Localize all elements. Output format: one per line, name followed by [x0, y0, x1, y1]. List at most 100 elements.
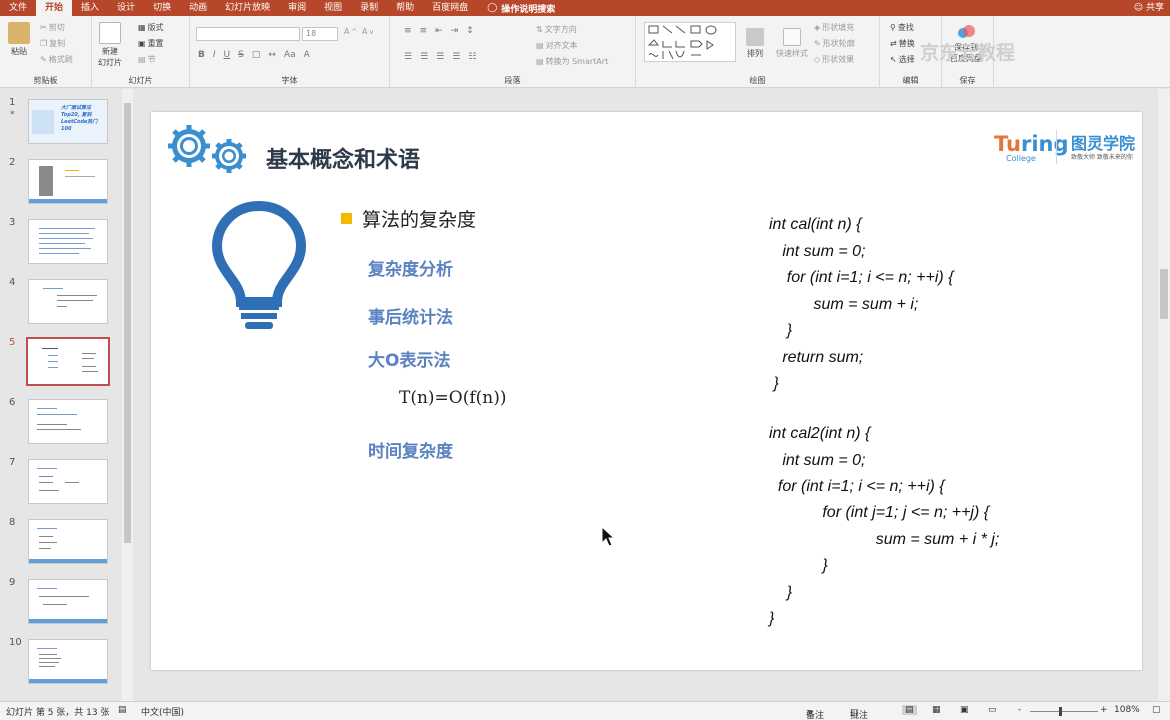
thumbnail-scrollbar[interactable] — [122, 89, 133, 701]
find-button[interactable]: ⚲ 查找 — [890, 22, 914, 33]
thumbnail-slide-1[interactable]: 大厂面试算法Top20, 复刻LeetCode热门100 — [28, 99, 108, 144]
fit-to-window-icon[interactable]: ▢ — [1152, 705, 1161, 715]
zoom-slider[interactable] — [1030, 711, 1098, 712]
char-spacing-icon[interactable]: ↔ — [268, 50, 276, 60]
spellcheck-icon[interactable]: ▤ — [118, 705, 127, 715]
tab-record[interactable]: 录制 — [351, 0, 387, 16]
new-slide-button[interactable]: 新建 幻灯片 — [98, 22, 122, 68]
italic-button[interactable]: I — [213, 50, 216, 60]
tab-help[interactable]: 帮助 — [387, 0, 423, 16]
thumbnail-slide-8[interactable] — [28, 519, 108, 564]
font-name-combo[interactable] — [196, 27, 300, 41]
thumbnail-slide-10[interactable] — [28, 639, 108, 684]
columns-icon[interactable]: ☷ — [468, 52, 476, 62]
normal-view-icon[interactable]: ▤ — [902, 705, 917, 715]
big-o-formula[interactable]: T(n)=O(f(n)) — [399, 388, 507, 408]
justify-icon[interactable]: ☰ — [452, 52, 460, 62]
slide-sorter-icon[interactable]: ▦ — [932, 705, 941, 715]
bullet-item[interactable]: 算法的复杂度 — [341, 205, 476, 232]
align-left-icon[interactable]: ☰ — [404, 52, 412, 62]
language-indicator[interactable]: 中文(中国) — [141, 705, 184, 718]
thumbnail-item[interactable]: 8 — [0, 517, 120, 567]
grow-font-button[interactable]: A ^ — [344, 27, 357, 36]
underline-button[interactable]: U — [224, 50, 231, 60]
zoom-out-button[interactable]: - — [1018, 705, 1021, 715]
thumbnail-item[interactable]: 3 — [0, 217, 120, 267]
change-case-icon[interactable]: Aa — [284, 50, 296, 60]
shape-effects-button[interactable]: ◇ 形状效果 — [814, 54, 854, 65]
share-button[interactable]: ☺ 共享 — [1134, 0, 1164, 16]
numbering-icon[interactable]: ≡ — [420, 26, 428, 36]
thumbnail-item[interactable]: 9 — [0, 577, 120, 627]
tab-design[interactable]: 设计 — [108, 0, 144, 16]
sub-item-complexity-analysis[interactable]: 复杂度分析 — [368, 255, 453, 280]
quick-styles-button[interactable]: 快速样式 — [776, 28, 808, 59]
select-button[interactable]: ↖ 选择 — [890, 54, 915, 65]
shrink-font-button[interactable]: Av — [362, 27, 373, 36]
sub-item-big-o[interactable]: 大O表示法 — [368, 346, 450, 371]
sub-item-time-complexity[interactable]: 时间复杂度 — [368, 437, 453, 462]
slideshow-icon[interactable]: ▭ — [988, 705, 997, 715]
reading-view-icon[interactable]: ▣ — [960, 705, 969, 715]
strikethrough-button[interactable]: S — [238, 50, 244, 60]
thumbnail-slide-7[interactable] — [28, 459, 108, 504]
thumbnail-item[interactable]: 4 — [0, 277, 120, 327]
tab-view[interactable]: 视图 — [315, 0, 351, 16]
align-right-icon[interactable]: ☰ — [436, 52, 444, 62]
tab-review[interactable]: 审阅 — [279, 0, 315, 16]
arrange-button[interactable]: 排列 — [746, 28, 764, 59]
thumbnail-item[interactable]: 5 — [0, 337, 120, 387]
shapes-gallery[interactable] — [644, 22, 736, 62]
tab-insert[interactable]: 插入 — [72, 0, 108, 16]
tell-me-search[interactable]: ◯ 操作说明搜索 — [487, 2, 555, 15]
zoom-slider-thumb[interactable] — [1059, 707, 1062, 716]
reset-button[interactable]: ▣ 重置 — [138, 38, 164, 49]
sub-item-post-statistics[interactable]: 事后统计法 — [368, 303, 453, 328]
bold-button[interactable]: B — [198, 50, 205, 60]
replace-button[interactable]: ⇄ 替换 — [890, 38, 915, 49]
thumbnail-item[interactable]: 7 — [0, 457, 120, 507]
thumbnail-slide-3[interactable] — [28, 219, 108, 264]
shape-fill-button[interactable]: ◈ 形状填充 — [814, 22, 854, 33]
thumbnail-slide-9[interactable] — [28, 579, 108, 624]
thumbnail-slide-5-selected[interactable] — [26, 337, 110, 386]
align-text-button[interactable]: ▤ 对齐文本 — [536, 40, 578, 51]
thumbnail-item[interactable]: 10 — [0, 637, 120, 687]
tab-animations[interactable]: 动画 — [180, 0, 216, 16]
align-center-icon[interactable]: ☰ — [420, 52, 428, 62]
thumbnail-slide-4[interactable] — [28, 279, 108, 324]
paste-button[interactable]: 粘贴 — [8, 22, 30, 57]
zoom-in-button[interactable]: + — [1100, 705, 1108, 715]
section-button[interactable]: ▤ 节 — [138, 54, 156, 65]
thumbnail-slide-6[interactable] — [28, 399, 108, 444]
increase-indent-icon[interactable]: ⇥ — [451, 26, 459, 36]
thumbnail-slide-2[interactable] — [28, 159, 108, 204]
shadow-icon[interactable]: □ — [252, 50, 261, 60]
bullets-icon[interactable]: ≡ — [404, 26, 412, 36]
slide-scrollbar[interactable] — [1158, 89, 1170, 701]
tab-transitions[interactable]: 切换 — [144, 0, 180, 16]
tab-home[interactable]: 开始 — [36, 0, 73, 16]
tab-baidu-netdisk[interactable]: 百度网盘 — [423, 0, 477, 16]
font-color-icon[interactable]: A — [304, 50, 310, 60]
thumbnail-item[interactable]: 2 — [0, 157, 120, 207]
format-painter-button[interactable]: ✎ 格式刷 — [40, 54, 73, 65]
slide-scroll-thumb[interactable] — [1160, 269, 1168, 319]
decrease-indent-icon[interactable]: ⇤ — [435, 26, 443, 36]
thumbnail-item[interactable]: 1 * 大厂面试算法Top20, 复刻LeetCode热门100 — [0, 97, 120, 147]
thumbnail-item[interactable]: 6 — [0, 397, 120, 447]
slide-5[interactable]: 基本概念和术语 Turing College 图灵学院 致敬大师 致敬未来的你 … — [151, 112, 1142, 670]
shape-outline-button[interactable]: ✎ 形状轮廓 — [814, 38, 855, 49]
font-size-combo[interactable]: 18 — [302, 27, 338, 41]
zoom-level[interactable]: 108% — [1114, 705, 1140, 715]
thumbnail-scroll-thumb[interactable] — [124, 103, 131, 543]
slide-title[interactable]: 基本概念和术语 — [266, 142, 420, 174]
copy-button[interactable]: ❐ 复制 — [40, 38, 65, 49]
tab-file[interactable]: 文件 — [0, 0, 36, 16]
layout-button[interactable]: ▦ 版式 — [138, 22, 164, 33]
cut-button[interactable]: ✂ 剪切 — [40, 22, 65, 33]
smartart-button[interactable]: ▤ 转换为 SmartArt — [536, 56, 608, 67]
text-direction-button[interactable]: ⇅ 文字方向 — [536, 24, 577, 35]
tab-slideshow[interactable]: 幻灯片放映 — [216, 0, 279, 16]
line-spacing-icon[interactable]: ↕ — [466, 26, 474, 36]
